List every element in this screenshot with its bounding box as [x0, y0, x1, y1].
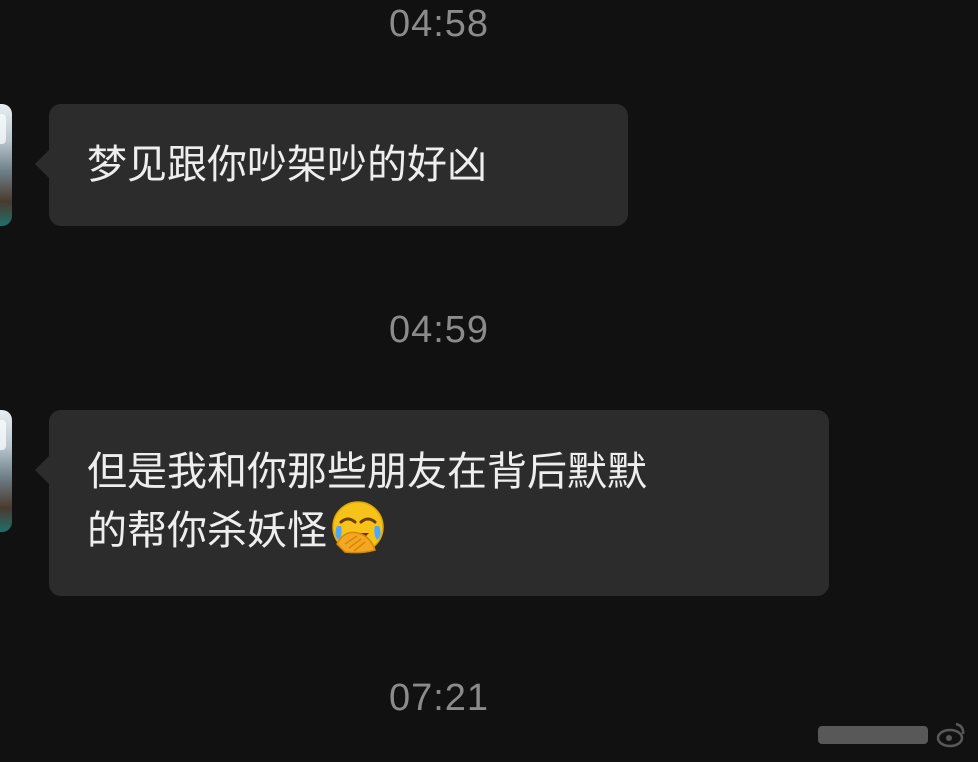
timestamp: 04:58: [388, 3, 490, 45]
avatar[interactable]: [0, 104, 12, 226]
timestamp: 04:59: [388, 309, 490, 351]
face-palm-tears-emoji: [332, 501, 384, 554]
message-text: 梦见跟你吵架吵的好凶: [87, 142, 487, 188]
message-text: 的帮你杀妖怪: [87, 508, 327, 554]
message-bubble[interactable]: 梦见跟你吵架吵的好凶: [35, 104, 628, 226]
message-bubble[interactable]: 但是我和你那些朋友在背后默默 的帮你杀妖怪: [35, 410, 829, 596]
message-text-line: 的帮你杀妖怪: [87, 500, 791, 559]
watermark: [808, 720, 968, 752]
message-text-line: 但是我和你那些朋友在背后默默: [87, 449, 647, 495]
weibo-logo-icon: [936, 722, 965, 748]
avatar[interactable]: [0, 410, 12, 532]
timestamp: 07:21: [388, 677, 490, 719]
